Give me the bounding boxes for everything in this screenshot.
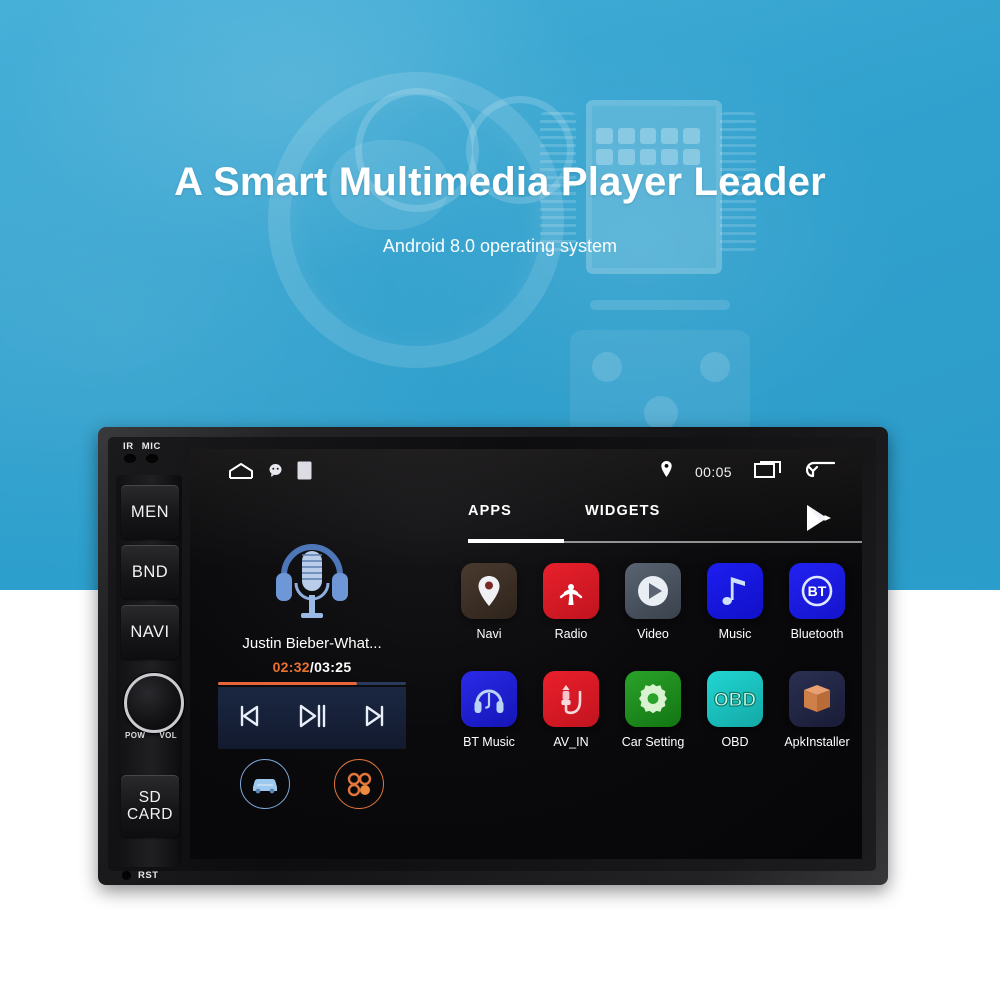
back-arrow-icon[interactable] (805, 459, 836, 484)
hardware-button-column: MEN BND NAVI POW VOL SD CARD (116, 475, 184, 867)
app-label: Video (637, 627, 669, 641)
power-volume-knob[interactable] (124, 673, 184, 733)
app-label: Radio (554, 627, 588, 641)
app-label: BT Music (463, 735, 515, 749)
bt-icon[interactable]: BT (789, 563, 845, 619)
app-label: Bluetooth (790, 627, 844, 641)
power-label: POW (125, 731, 146, 740)
obd-text: OBD (714, 690, 756, 711)
home-icon[interactable] (228, 462, 254, 485)
app-apk-installer[interactable]: ApkInstaller (776, 671, 858, 749)
tab-active-indicator (468, 539, 564, 543)
gear-icon[interactable] (625, 671, 681, 727)
microphone-headphones-icon (256, 533, 368, 629)
volume-label: VOL (159, 731, 177, 740)
google-play-icon[interactable] (800, 501, 834, 540)
next-track-button[interactable] (362, 703, 388, 734)
ir-sensor-hole (124, 454, 136, 463)
app-label: Music (718, 627, 752, 641)
location-pin-icon[interactable] (660, 460, 673, 483)
shortcut-buttons (218, 759, 406, 809)
app-row-1: Navi Radio Video Music BT Bluetooth (448, 563, 858, 641)
app-label: Car Setting (621, 735, 685, 749)
app-music[interactable]: Music (694, 563, 776, 641)
navi-button[interactable]: NAVI (121, 605, 179, 659)
music-note-icon[interactable] (707, 563, 763, 619)
app-obd[interactable]: OBD OBD (694, 671, 776, 749)
app-video[interactable]: Video (612, 563, 694, 641)
ir-label: IR (123, 441, 134, 452)
tab-apps[interactable]: APPS (468, 503, 512, 519)
sd-label-line1: SD (138, 788, 162, 806)
play-pause-button[interactable] (297, 703, 327, 734)
box-icon[interactable] (789, 671, 845, 727)
total-time: 03:25 (314, 659, 352, 675)
band-button[interactable]: BND (121, 545, 179, 599)
waze-icon[interactable] (268, 463, 283, 483)
app-grid: Navi Radio Video Music BT Bluetooth BT M… (448, 563, 858, 749)
reset-pinhole[interactable] (122, 871, 131, 880)
lcd-screen[interactable]: 00:05 APPS WIDGETS Navi Radio Video Musi… (190, 449, 862, 859)
headphones-icon[interactable] (461, 671, 517, 727)
svg-text:BT: BT (808, 583, 827, 599)
app-row-2: BT Music AV_IN Car Setting OBD OBD ApkIn… (448, 671, 858, 749)
app-label: OBD (721, 735, 749, 749)
car-shortcut-button[interactable] (240, 759, 290, 809)
play-circle-icon[interactable] (625, 563, 681, 619)
recents-icon[interactable] (754, 459, 784, 484)
mic-label: MIC (141, 441, 161, 452)
location-pin-icon[interactable] (461, 563, 517, 619)
reset-label: RST (138, 870, 159, 881)
progress-fill (218, 682, 358, 685)
app-bt-music[interactable]: BT Music (448, 671, 530, 749)
card-icon[interactable] (297, 461, 312, 485)
radio-waves-icon[interactable] (543, 563, 599, 619)
music-player-panel: Justin Bieber-What... 02:32/03:25 (204, 533, 420, 809)
playback-time: 02:32/03:25 (204, 659, 420, 675)
app-av-in[interactable]: AV_IN (530, 671, 612, 749)
page-title: A Smart Multimedia Player Leader (174, 160, 826, 204)
app-navi[interactable]: Navi (448, 563, 530, 641)
app-label: AV_IN (553, 735, 589, 749)
reset-group[interactable]: RST (122, 870, 159, 881)
app-bluetooth[interactable]: BT Bluetooth (776, 563, 858, 641)
transport-controls (218, 687, 406, 749)
sd-card-slot[interactable]: SD CARD (121, 775, 179, 837)
app-label: Navi (476, 627, 502, 641)
mic-hole (146, 454, 158, 463)
apps-shortcut-button[interactable] (334, 759, 384, 809)
hvac-strip-graphic (590, 300, 730, 310)
av-plug-icon[interactable] (543, 671, 599, 727)
menu-button[interactable]: MEN (121, 485, 179, 539)
hvac-knob-center-graphic (644, 396, 678, 430)
sd-label-line2: CARD (127, 806, 173, 823)
track-title: Justin Bieber-What... (242, 635, 382, 652)
tab-widgets[interactable]: WIDGETS (585, 503, 660, 519)
power-volume-knob-group[interactable]: POW VOL (122, 673, 184, 763)
car-stereo-device: IR MIC MEN BND NAVI POW VOL SD CARD RST (98, 427, 888, 885)
page-subtitle: Android 8.0 operating system (382, 236, 618, 256)
app-radio[interactable]: Radio (530, 563, 612, 641)
current-time: 02:32 (272, 659, 310, 675)
app-label: ApkInstaller (784, 735, 850, 749)
android-status-bar: 00:05 (190, 449, 862, 495)
progress-bar[interactable] (218, 682, 406, 685)
app-car-setting[interactable]: Car Setting (612, 671, 694, 749)
clock: 00:05 (694, 463, 732, 480)
previous-track-button[interactable] (236, 703, 262, 734)
hvac-knob-left-graphic (592, 352, 622, 382)
hvac-knob-right-graphic (700, 352, 730, 382)
obd-icon[interactable]: OBD (707, 671, 763, 727)
ir-mic-group: IR MIC (120, 441, 190, 475)
